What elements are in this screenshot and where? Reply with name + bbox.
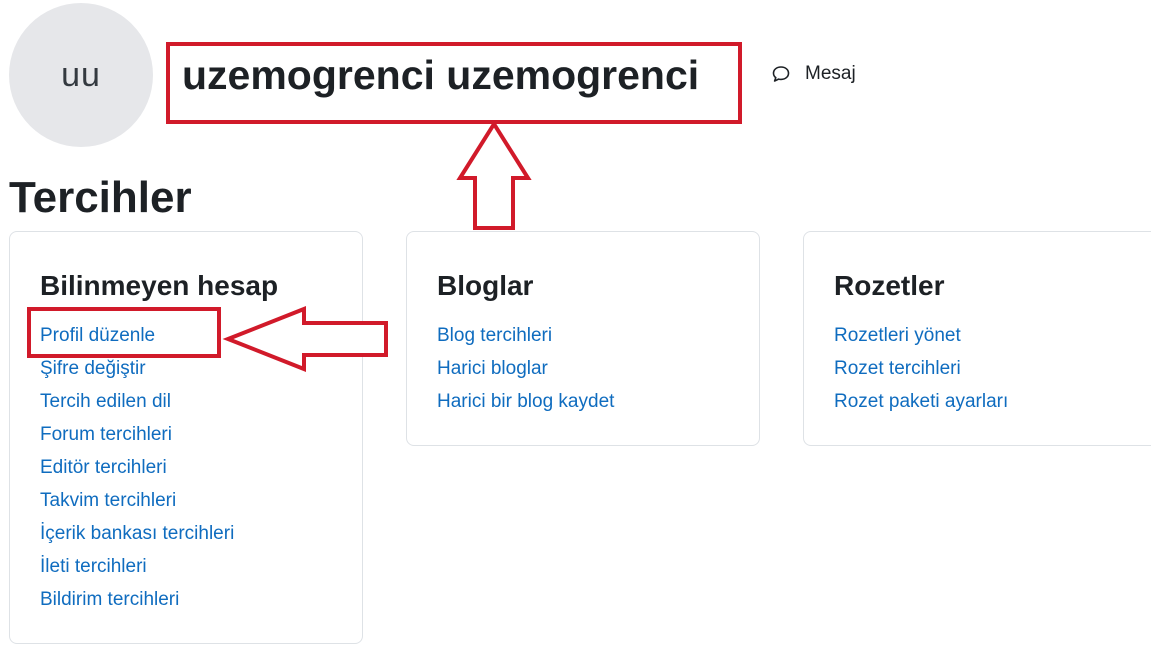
up-arrow-icon (456, 120, 532, 230)
link-blog-preferences[interactable]: Blog tercihleri (437, 323, 614, 356)
link-change-password[interactable]: Şifre değiştir (40, 356, 234, 389)
link-content-bank-preferences[interactable]: İçerik bankası tercihleri (40, 521, 234, 554)
link-list: Profil düzenle Şifre değiştir Tercih edi… (40, 323, 234, 620)
link-external-blogs[interactable]: Harici bloglar (437, 356, 614, 389)
link-calendar-preferences[interactable]: Takvim tercihleri (40, 488, 234, 521)
link-badge-preferences[interactable]: Rozet tercihleri (834, 356, 1008, 389)
card-badges: Rozetler Rozetleri yönet Rozet tercihler… (803, 231, 1151, 446)
speech-bubble-icon (771, 64, 791, 84)
message-label: Mesaj (805, 63, 856, 84)
name-highlight-box (166, 42, 742, 124)
avatar-initials: uu (61, 55, 101, 94)
link-register-external-blog[interactable]: Harici bir blog kaydet (437, 389, 614, 422)
link-forum-preferences[interactable]: Forum tercihleri (40, 422, 234, 455)
link-editor-preferences[interactable]: Editör tercihleri (40, 455, 234, 488)
left-arrow-icon (222, 306, 388, 372)
link-list: Blog tercihleri Harici bloglar Harici bi… (437, 323, 614, 422)
message-button[interactable]: Mesaj (771, 63, 856, 85)
card-title: Rozetler (834, 270, 945, 301)
card-blogs: Bloglar Blog tercihleri Harici bloglar H… (406, 231, 760, 446)
avatar: uu (9, 3, 153, 147)
card-account: Bilinmeyen hesap Profil düzenle Şifre de… (9, 231, 363, 644)
link-message-preferences[interactable]: İleti tercihleri (40, 554, 234, 587)
page-title: Tercihler (9, 173, 192, 222)
card-title: Bloglar (437, 270, 534, 301)
link-preferred-language[interactable]: Tercih edilen dil (40, 389, 234, 422)
link-list: Rozetleri yönet Rozet tercihleri Rozet p… (834, 323, 1008, 422)
link-manage-badges[interactable]: Rozetleri yönet (834, 323, 1008, 356)
link-backpack-settings[interactable]: Rozet paketi ayarları (834, 389, 1008, 422)
link-notification-preferences[interactable]: Bildirim tercihleri (40, 587, 234, 620)
card-title: Bilinmeyen hesap (40, 270, 279, 301)
edit-profile-highlight-box (27, 307, 221, 358)
